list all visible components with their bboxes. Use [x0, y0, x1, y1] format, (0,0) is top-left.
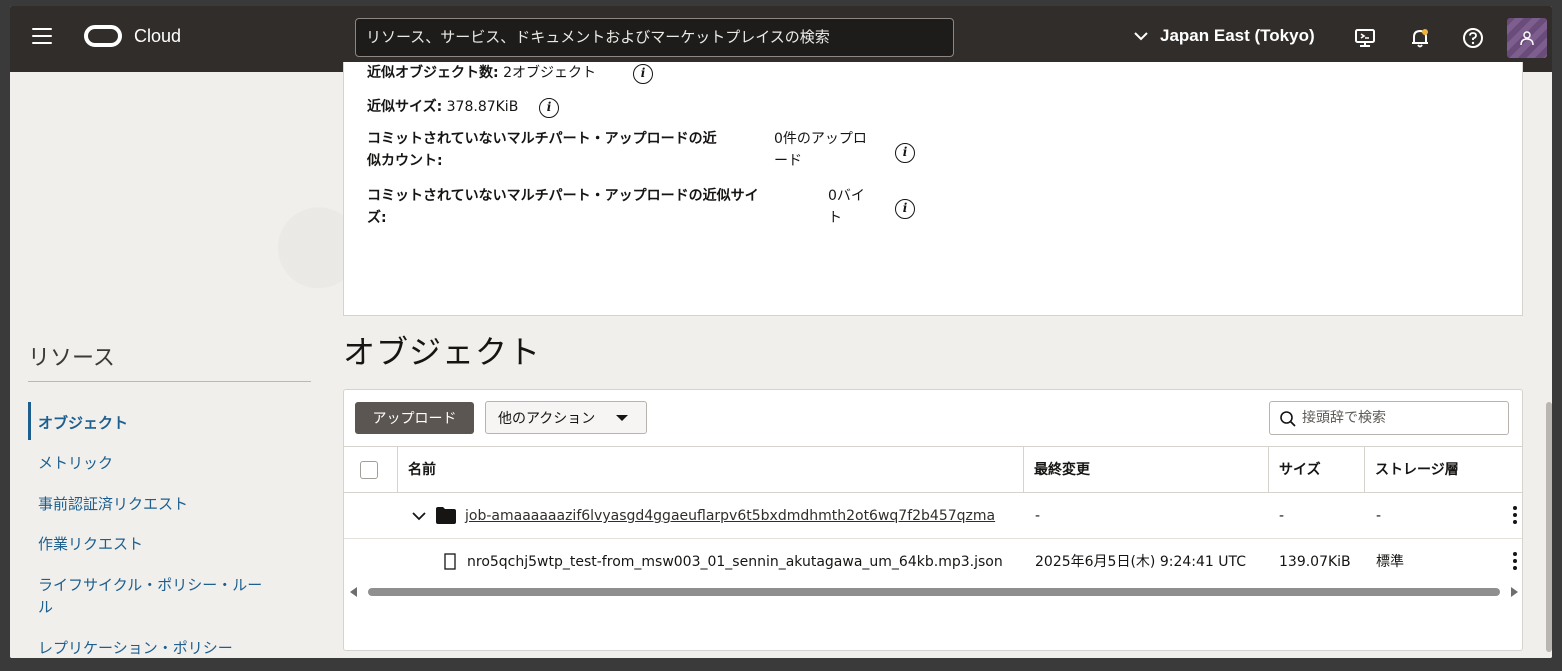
- objects-table-card: アップロード 他のアクション 名前 最終変更 サイズ ストレージ層: [343, 389, 1523, 651]
- storage-tier: 標準: [1376, 554, 1404, 570]
- prefix-search-input[interactable]: [1302, 402, 1502, 434]
- divider: [28, 381, 311, 382]
- sidebar-item-preauth-requests[interactable]: 事前認証済リクエスト: [38, 493, 188, 515]
- column-size[interactable]: サイズ: [1268, 447, 1364, 493]
- vertical-scrollbar[interactable]: [1546, 402, 1552, 652]
- region-label: Japan East (Tokyo): [1160, 26, 1315, 45]
- bucket-details-card: 近似オブジェクト数: 2オブジェクト i 近似サイズ: 378.87KiB i …: [343, 62, 1523, 316]
- user-icon: [1520, 31, 1534, 46]
- folder-link[interactable]: job-amaaaaaazif6lvyasgd4ggaeuflarpv6t5bx…: [465, 493, 995, 539]
- app-window: Cloud Japan East (Tokyo): [10, 6, 1552, 658]
- sidebar-item-replication-policy[interactable]: レプリケーション・ポリシー: [38, 637, 233, 658]
- uncommitted-count-value: 0件のアップロ ード: [774, 128, 867, 172]
- search-input[interactable]: [355, 18, 954, 57]
- sidebar-item-label: ライフサイクル・ポリシー・ルー: [38, 576, 263, 594]
- active-indicator: [28, 402, 31, 440]
- table-header: 名前 最終変更 サイズ ストレージ層: [344, 446, 1522, 493]
- scroll-thumb[interactable]: [368, 588, 1500, 596]
- sidebar-item-work-requests[interactable]: 作業リクエスト: [38, 533, 143, 555]
- uncommitted-count-value-line2: ード: [774, 153, 802, 169]
- uncommitted-count-value-line1: 0件のアップロ: [774, 131, 867, 147]
- size: 139.07KiB: [1279, 554, 1351, 570]
- column-name[interactable]: 名前: [397, 447, 1023, 493]
- approx-size-value: 378.87KiB: [446, 99, 519, 115]
- search-icon: [1280, 411, 1296, 427]
- storage-tier: -: [1376, 508, 1382, 524]
- approx-count-value: 2オブジェクト: [503, 65, 596, 81]
- info-icon[interactable]: i: [633, 64, 653, 84]
- caret-down-icon: [616, 415, 628, 421]
- approx-size-label: 近似サイズ:: [367, 99, 443, 115]
- oracle-logo[interactable]: [84, 25, 122, 47]
- help-icon[interactable]: [1462, 27, 1484, 49]
- prefix-search[interactable]: [1269, 401, 1509, 435]
- scroll-right-icon[interactable]: [1511, 587, 1518, 597]
- table-row: job-amaaaaaazif6lvyasgd4ggaeuflarpv6t5bx…: [344, 493, 1522, 539]
- table-row: nro5qchj5wtp_test-from_msw003_01_sennin_…: [344, 539, 1522, 585]
- uncommitted-size-label-line2: ズ:: [367, 210, 387, 226]
- row-actions-icon[interactable]: [1512, 506, 1518, 526]
- cloud-shell-icon[interactable]: [1354, 27, 1376, 49]
- resources-title: リソース: [28, 346, 115, 371]
- approx-size: 近似サイズ: 378.87KiB: [367, 96, 518, 118]
- bell-icon[interactable]: [1409, 27, 1431, 49]
- more-actions-label: 他のアクション: [498, 410, 596, 427]
- upload-button[interactable]: アップロード: [355, 402, 474, 434]
- last-modified: 2025年6月5日(木) 9:24:41 UTC: [1035, 554, 1246, 570]
- horizontal-scrollbar[interactable]: [350, 586, 1518, 598]
- size: -: [1279, 508, 1285, 524]
- region-selector[interactable]: Japan East (Tokyo): [1134, 26, 1315, 46]
- uncommitted-size-label-line1: コミットされていないマルチパート・アップロードの近似サイ: [367, 188, 759, 204]
- more-actions-button[interactable]: 他のアクション: [485, 401, 647, 434]
- chevron-down-icon: [1134, 32, 1148, 41]
- menu-icon[interactable]: [32, 28, 52, 46]
- info-icon[interactable]: i: [539, 98, 559, 118]
- select-all-checkbox[interactable]: [360, 461, 378, 479]
- uncommitted-count-label-line2: 似カウント:: [367, 153, 443, 169]
- approx-object-count: 近似オブジェクト数: 2オブジェクト: [367, 62, 596, 84]
- sidebar-item-objects[interactable]: オブジェクト: [38, 412, 128, 434]
- chevron-down-icon[interactable]: [412, 510, 426, 522]
- column-storage-tier[interactable]: ストレージ層: [1364, 447, 1522, 493]
- uncommitted-size-value-line2: ト: [828, 210, 842, 226]
- approx-count-label: 近似オブジェクト数:: [367, 65, 499, 81]
- row-actions-icon[interactable]: [1512, 552, 1518, 572]
- main-content: 近似オブジェクト数: 2オブジェクト i 近似サイズ: 378.87KiB i …: [10, 62, 1552, 658]
- column-last-modified[interactable]: 最終変更: [1023, 447, 1268, 493]
- folder-icon: [436, 507, 456, 524]
- file-icon: [444, 553, 456, 570]
- scroll-left-icon[interactable]: [350, 587, 357, 597]
- info-icon[interactable]: i: [895, 199, 915, 219]
- uncommitted-size-label: コミットされていないマルチパート・アップロードの近似サイ ズ:: [367, 185, 759, 229]
- uncommitted-size-value-line1: 0バイ: [828, 188, 865, 204]
- uncommitted-count-label-line1: コミットされていないマルチパート・アップロードの近: [367, 131, 717, 147]
- uncommitted-count-label: コミットされていないマルチパート・アップロードの近 似カウント:: [367, 128, 717, 172]
- last-modified: -: [1035, 508, 1041, 524]
- sidebar-item-lifecycle-policy[interactable]: ライフサイクル・ポリシー・ルー ル: [38, 574, 262, 618]
- info-icon[interactable]: i: [895, 143, 915, 163]
- avatar[interactable]: [1507, 18, 1547, 58]
- objects-title: オブジェクト: [343, 333, 542, 371]
- brand-label[interactable]: Cloud: [134, 26, 181, 47]
- uncommitted-size-value: 0バイ ト: [828, 185, 865, 229]
- file-name[interactable]: nro5qchj5wtp_test-from_msw003_01_sennin_…: [467, 539, 1003, 585]
- sidebar-item-label: ル: [38, 598, 54, 616]
- sidebar-item-metrics[interactable]: メトリック: [38, 452, 113, 474]
